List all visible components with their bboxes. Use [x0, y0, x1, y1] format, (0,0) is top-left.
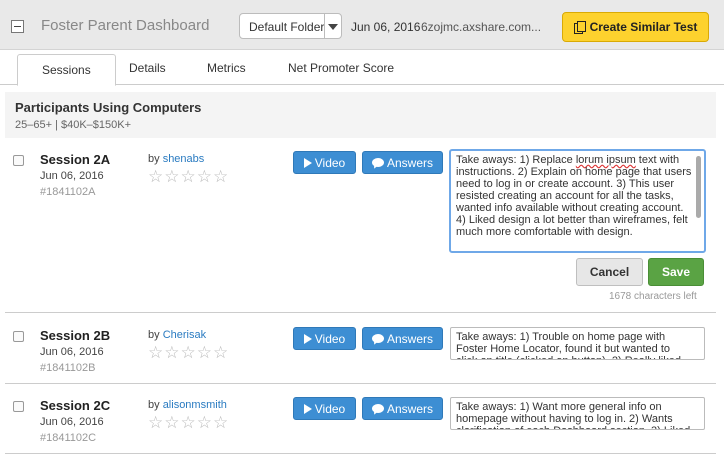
session-tester: by alisonmsmith	[148, 399, 227, 411]
session-notes-text: Take aways: 1) Trouble on home page with…	[456, 331, 681, 359]
answers-label: Answers	[386, 331, 433, 346]
session-notes-text: Take aways: 1) Want more general info on…	[456, 401, 690, 429]
save-button[interactable]: Save	[648, 258, 704, 286]
tab-bar: Sessions Details Metrics Net Promoter Sc…	[0, 51, 724, 86]
star-icon[interactable]: ☆	[181, 414, 196, 431]
session-id: #1841102A	[40, 186, 96, 198]
session-id: #1841102B	[40, 362, 96, 374]
session-notes-textarea[interactable]: Take aways: 1) Trouble on home page with…	[450, 327, 705, 360]
video-label: Video	[314, 331, 346, 346]
star-icon[interactable]: ☆	[197, 168, 212, 185]
session-name: Session 2A	[40, 152, 111, 167]
star-icon[interactable]: ☆	[213, 168, 228, 185]
tab-net-promoter-score[interactable]: Net Promoter Score	[288, 61, 394, 75]
star-rating[interactable]: ☆ ☆ ☆ ☆ ☆	[148, 344, 228, 361]
notes-scrollbar[interactable]	[696, 156, 701, 218]
session-date: Jun 06, 2016	[40, 346, 104, 358]
session-date: Jun 06, 2016	[40, 170, 104, 182]
star-icon[interactable]: ☆	[197, 414, 212, 431]
test-url: 6zojmc.axshare.com...	[421, 20, 542, 34]
video-button[interactable]: Video	[293, 151, 356, 174]
session-checkbox[interactable]	[13, 331, 24, 342]
star-rating[interactable]: ☆ ☆ ☆ ☆ ☆	[148, 168, 228, 185]
video-label: Video	[314, 155, 346, 170]
star-icon[interactable]: ☆	[181, 344, 196, 361]
tester-link[interactable]: Cherisak	[163, 329, 206, 341]
select-divider	[324, 14, 325, 38]
collapse-icon[interactable]	[11, 20, 24, 33]
video-label: Video	[314, 401, 346, 416]
star-icon[interactable]: ☆	[164, 414, 179, 431]
tester-link[interactable]: alisonmsmith	[163, 399, 227, 411]
video-button[interactable]: Video	[293, 397, 356, 420]
star-icon[interactable]: ☆	[197, 344, 212, 361]
star-rating[interactable]: ☆ ☆ ☆ ☆ ☆	[148, 414, 228, 431]
notes-misspelled-word: lorum ipsum	[575, 154, 636, 166]
star-icon[interactable]: ☆	[213, 414, 228, 431]
session-checkbox[interactable]	[13, 401, 24, 412]
notes-text-part: Take aways: 1) Replace	[456, 154, 576, 166]
folder-select-value: Default Folder	[249, 20, 325, 34]
session-tester: by shenabs	[148, 153, 204, 165]
by-label: by	[148, 399, 160, 411]
star-icon[interactable]: ☆	[148, 414, 163, 431]
answers-button[interactable]: Answers	[362, 151, 443, 174]
session-tester: by Cherisak	[148, 329, 206, 341]
session-row: Session 2A Jun 06, 2016 #1841102A by she…	[5, 149, 716, 313]
star-icon[interactable]: ☆	[148, 344, 163, 361]
star-icon[interactable]: ☆	[164, 344, 179, 361]
session-name: Session 2C	[40, 398, 111, 413]
segment-header: Participants Using Computers 25–65+ | $4…	[5, 92, 716, 138]
segment-demographics: 25–65+ | $40K–$150K+	[15, 119, 132, 131]
chat-bubble-icon	[371, 334, 384, 343]
star-icon[interactable]: ☆	[148, 168, 163, 185]
session-checkbox[interactable]	[13, 155, 24, 166]
by-label: by	[148, 153, 160, 165]
create-similar-test-button[interactable]: Create Similar Test	[562, 12, 709, 42]
answers-button[interactable]: Answers	[362, 397, 443, 420]
session-row: Session 2B Jun 06, 2016 #1841102B by Che…	[5, 327, 716, 384]
session-name: Session 2B	[40, 328, 111, 343]
characters-left: 1678 characters left	[609, 291, 697, 302]
segment-title: Participants Using Computers	[15, 100, 202, 115]
chevron-down-icon	[328, 24, 338, 30]
session-date: Jun 06, 2016	[40, 416, 104, 428]
dashboard-header: Foster Parent Dashboard Default Folder J…	[0, 0, 724, 50]
play-icon	[303, 403, 312, 414]
session-notes-textarea[interactable]: Take aways: 1) Replace lorum ipsum text …	[449, 149, 706, 253]
play-icon	[303, 157, 312, 168]
video-button[interactable]: Video	[293, 327, 356, 350]
answers-label: Answers	[386, 401, 433, 416]
session-notes-text: Take aways: 1) Replace lorum ipsum text …	[456, 154, 692, 238]
answers-label: Answers	[386, 155, 433, 170]
play-icon	[303, 333, 312, 344]
create-similar-test-label: Create Similar Test	[589, 20, 698, 34]
session-notes-textarea[interactable]: Take aways: 1) Want more general info on…	[450, 397, 705, 430]
by-label: by	[148, 329, 160, 341]
star-icon[interactable]: ☆	[181, 168, 196, 185]
star-icon[interactable]: ☆	[213, 344, 228, 361]
tab-details[interactable]: Details	[129, 61, 166, 75]
dashboard-title: Foster Parent Dashboard	[41, 17, 210, 34]
tab-sessions[interactable]: Sessions	[17, 54, 116, 86]
cancel-button[interactable]: Cancel	[576, 258, 643, 286]
chat-bubble-icon	[371, 404, 384, 413]
copy-icon	[573, 21, 586, 34]
test-date: Jun 06, 2016	[351, 20, 421, 34]
session-row: Session 2C Jun 06, 2016 #1841102C by ali…	[5, 397, 716, 454]
answers-button[interactable]: Answers	[362, 327, 443, 350]
folder-select[interactable]: Default Folder	[239, 13, 342, 39]
tab-metrics[interactable]: Metrics	[207, 61, 246, 75]
notes-text-part: text with instructions. 2) Explain on ho…	[456, 154, 692, 238]
session-id: #1841102C	[40, 432, 97, 444]
star-icon[interactable]: ☆	[164, 168, 179, 185]
tester-link[interactable]: shenabs	[163, 153, 205, 165]
chat-bubble-icon	[371, 158, 384, 167]
